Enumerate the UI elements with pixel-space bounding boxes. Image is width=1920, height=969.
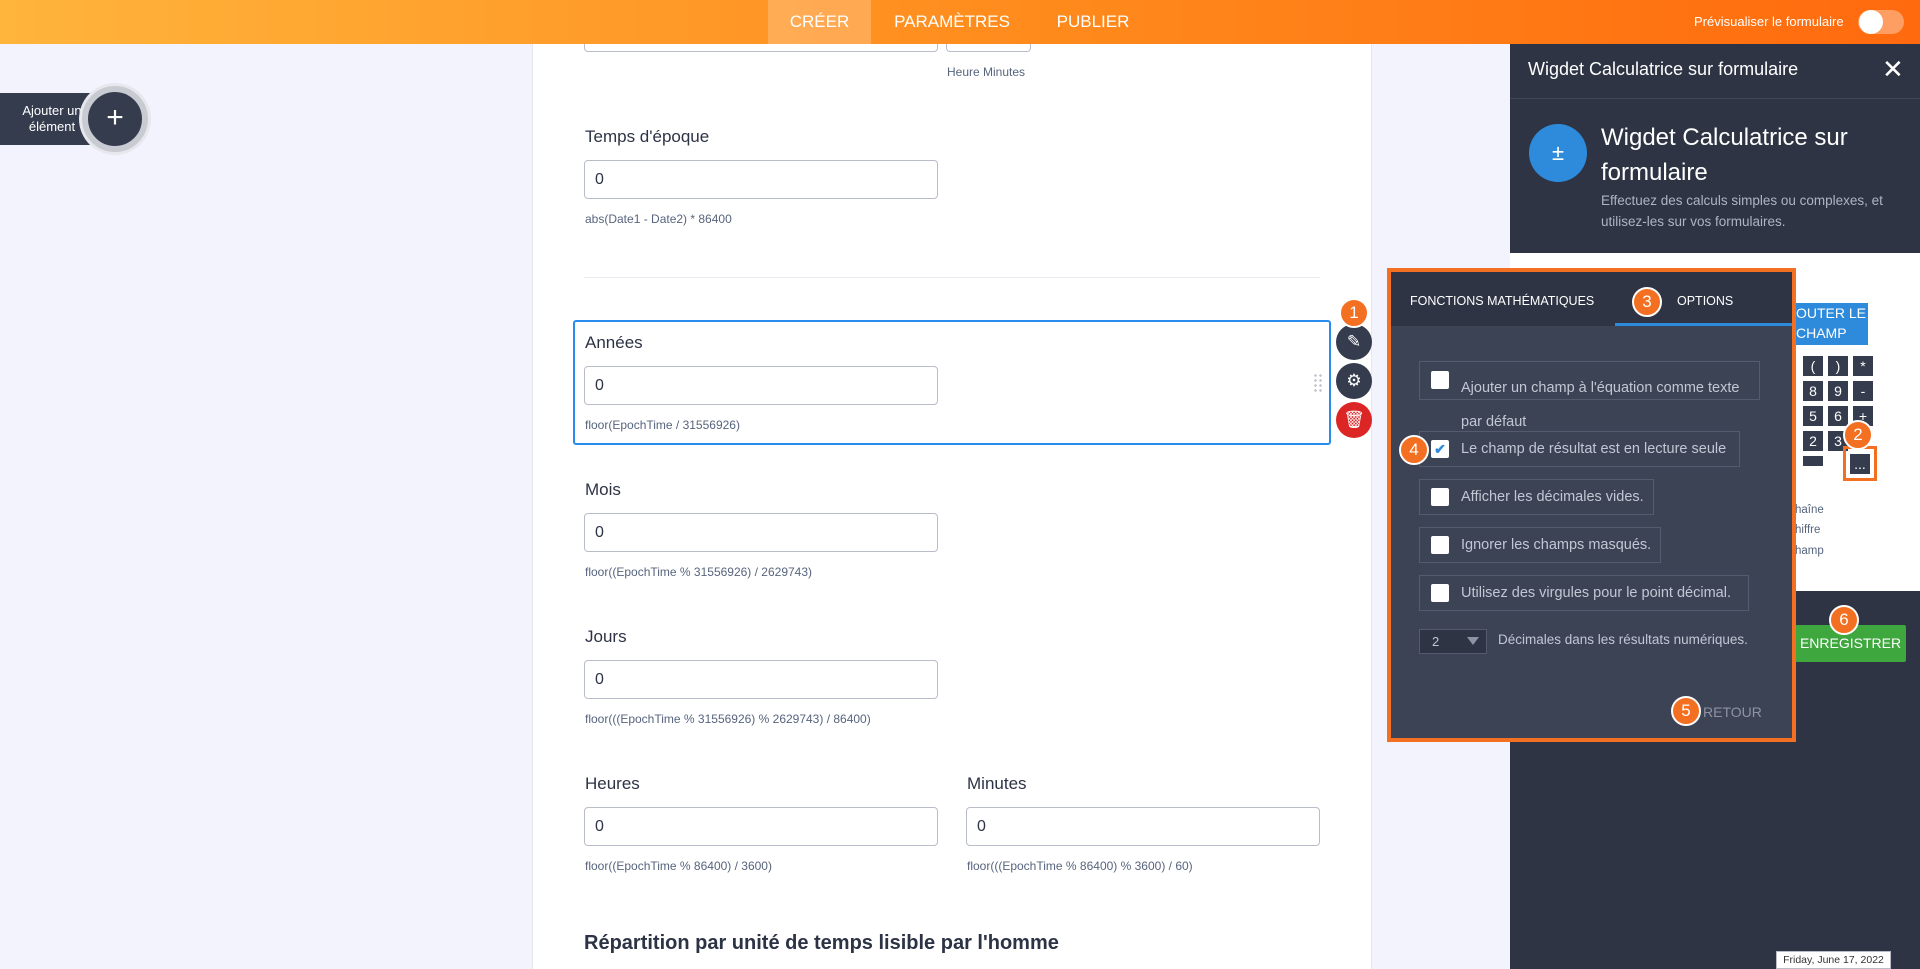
drag-handle-icon[interactable] (1313, 373, 1323, 393)
tab-creer[interactable]: CRÉER (768, 0, 871, 44)
decimals-label: Décimales dans les résultats numériques. (1498, 632, 1748, 647)
tab-options[interactable]: OPTIONS (1677, 294, 1733, 308)
marker-3: 3 (1632, 287, 1662, 317)
months-input[interactable]: 0 (584, 513, 938, 552)
checkbox-comma-decimal[interactable] (1431, 584, 1449, 602)
option-label-empty-decimals: Afficher les décimales vides. (1461, 489, 1644, 505)
key-close-paren[interactable]: ) (1828, 356, 1848, 376)
back-button[interactable]: RETOUR (1703, 704, 1762, 720)
top-partial-input[interactable] (584, 44, 938, 52)
tab-parametres[interactable]: PARAMÈTRES (888, 0, 1016, 44)
hint-line-3: hamp (1795, 545, 1824, 557)
plus-icon: + (106, 101, 124, 134)
panel-separator (1510, 98, 1920, 99)
marker-2: 2 (1843, 420, 1873, 450)
epoch-formula: abs(Date1 - Date2) * 86400 (585, 212, 732, 226)
tab-math-functions[interactable]: FONCTIONS MATHÉMATIQUES (1410, 294, 1594, 308)
years-formula: floor(EpochTime / 31556926) (585, 418, 740, 432)
key-5[interactable]: 5 (1803, 406, 1823, 426)
hours-formula: floor((EpochTime % 86400) / 3600) (585, 859, 772, 873)
checkbox-default-text[interactable] (1431, 371, 1449, 389)
checkbox-empty-decimals[interactable] (1431, 488, 1449, 506)
key-partial[interactable] (1803, 456, 1823, 466)
hours-input[interactable]: 0 (584, 807, 938, 846)
epoch-input[interactable]: 0 (584, 160, 938, 199)
minutes-formula: floor(((EpochTime % 86400) % 3600) / 60) (967, 859, 1193, 873)
field-label-years: Années (585, 333, 643, 352)
field-label-days: Jours (585, 627, 627, 646)
marker-6: 6 (1829, 605, 1859, 635)
trash-icon[interactable]: 🗑 (1336, 402, 1372, 438)
add-element-label: Ajouter un élément (22, 103, 82, 134)
preview-form-label: Prévisualiser le formulaire (1694, 14, 1844, 29)
add-element-circle[interactable]: + (82, 86, 148, 152)
marker-5: 5 (1671, 696, 1701, 726)
preview-toggle-knob[interactable] (1859, 10, 1883, 34)
option-label-default-text: Ajouter un champ à l'équation comme text… (1461, 380, 1740, 430)
field-label-epoch: Temps d'époque (585, 127, 710, 146)
tab-publier[interactable]: PUBLIER (1050, 0, 1136, 44)
days-formula: floor(((EpochTime % 31556926) % 2629743)… (585, 712, 871, 726)
checkbox-hidden-fields[interactable] (1431, 536, 1449, 554)
widget-title: Wigdet Calculatrice sur formulaire (1601, 124, 1848, 186)
option-label-hidden-fields: Ignorer les champs masqués. (1461, 537, 1652, 553)
panel-title: Wigdet Calculatrice sur formulaire (1528, 59, 1799, 79)
divider (584, 277, 1320, 278)
widget-description: Effectuez des calculs simples ou complex… (1601, 193, 1883, 229)
days-input[interactable]: 0 (584, 660, 938, 699)
add-field-button[interactable]: OUTER LE CHAMP (1792, 303, 1868, 345)
key-2[interactable]: 2 (1803, 431, 1823, 451)
key-minus[interactable]: - (1853, 381, 1873, 401)
calculator-icon: ± (1529, 124, 1587, 182)
hint-line-1: haîne (1795, 504, 1824, 516)
option-label-comma-decimal: Utilisez des virgules pour le point déci… (1461, 585, 1731, 601)
hint-line-2: hiffre (1795, 524, 1821, 536)
highlight-more-options (1843, 446, 1877, 481)
field-label-months: Mois (585, 480, 621, 499)
section-heading: Répartition par unité de temps lisible p… (584, 932, 1059, 954)
marker-1: 1 (1339, 298, 1369, 328)
key-open-paren[interactable]: ( (1803, 356, 1823, 376)
checkbox-readonly[interactable]: ✔ (1431, 440, 1449, 458)
key-9[interactable]: 9 (1828, 381, 1848, 401)
field-label-hours: Heures (585, 774, 640, 793)
chevron-down-icon[interactable] (1467, 637, 1479, 645)
top-partial-input-minutes[interactable] (946, 44, 1031, 52)
date-badge: Friday, June 17, 2022 (1776, 951, 1891, 969)
months-formula: floor((EpochTime % 31556926) / 2629743) (585, 565, 813, 579)
key-8[interactable]: 8 (1803, 381, 1823, 401)
wand-icon[interactable]: ✎ (1336, 324, 1372, 360)
active-tab-indicator (1615, 323, 1792, 326)
minutes-input[interactable]: 0 (966, 807, 1320, 846)
time-sublabel: Heure Minutes (947, 65, 1026, 79)
marker-4: 4 (1399, 435, 1429, 465)
key-6[interactable]: 6 (1828, 406, 1848, 426)
key-multiply[interactable]: * (1853, 356, 1873, 376)
years-input[interactable]: 0 (584, 366, 938, 405)
field-label-minutes: Minutes (967, 774, 1027, 793)
close-icon[interactable]: ✕ (1882, 54, 1904, 85)
option-label-readonly: Le champ de résultat est en lecture seul… (1461, 441, 1727, 457)
gear-icon[interactable]: ⚙ (1336, 363, 1372, 399)
